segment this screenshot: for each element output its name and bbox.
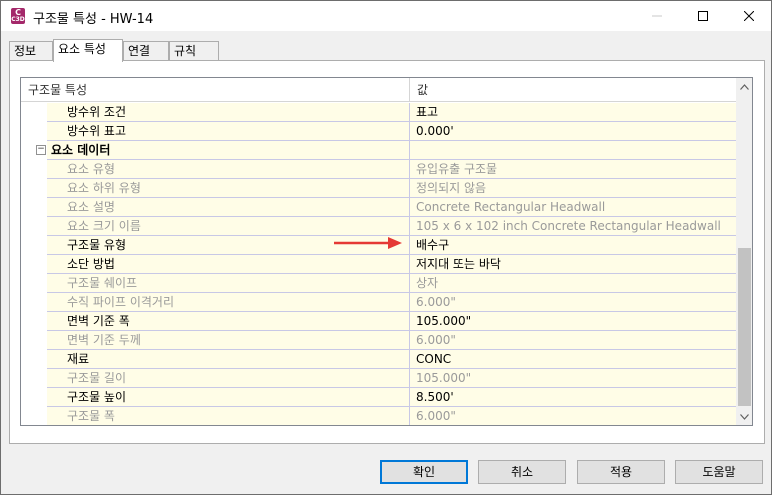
scroll-down-button[interactable] (736, 408, 752, 425)
property-name: 면벽 기준 두께 (47, 331, 410, 350)
row-gutter (21, 103, 47, 122)
property-grid: 구조물 특성 값 방수위 조건 표고 방수위 표고 0.000' − 요소 데이터 요소 유… (20, 77, 753, 426)
row-gutter (21, 312, 47, 331)
property-value[interactable]: CONC (410, 350, 736, 369)
property-name: 방수위 표고 (47, 122, 410, 141)
property-row[interactable]: 요소 유형 유입유출 구조물 (21, 160, 736, 179)
property-value[interactable]: 표고 (410, 103, 736, 122)
property-row[interactable]: 방수위 조건 표고 (21, 103, 736, 122)
property-name: 수직 파이프 이격거리 (47, 293, 410, 312)
row-gutter (21, 198, 47, 217)
property-name: 요소 유형 (47, 160, 410, 179)
property-value[interactable]: 배수구 (410, 236, 736, 255)
property-name: 재료 (47, 350, 410, 369)
property-value: 6.000" (410, 407, 736, 425)
scroll-up-button[interactable] (736, 78, 752, 95)
app-icon-sub: C3D (11, 16, 25, 23)
property-row[interactable]: 요소 하위 유형 정의되지 않음 (21, 179, 736, 198)
property-value[interactable]: 105.000" (410, 312, 736, 331)
tab-info[interactable]: 정보 (9, 41, 53, 61)
row-gutter (21, 331, 47, 350)
header-property[interactable]: 구조물 특성 (21, 78, 410, 102)
collapse-icon[interactable]: − (36, 145, 46, 155)
title-bar: C C3D 구조물 특성 - HW-14 (1, 1, 771, 31)
property-row[interactable]: 방수위 표고 0.000' (21, 122, 736, 141)
property-row[interactable]: 구조물 쉐이프 상자 (21, 274, 736, 293)
scroll-thumb[interactable] (738, 248, 751, 406)
row-gutter: − (21, 141, 47, 160)
minimize-button[interactable] (634, 1, 680, 31)
property-row[interactable]: 재료 CONC (21, 350, 736, 369)
row-gutter (21, 350, 47, 369)
row-gutter (21, 122, 47, 141)
row-gutter (21, 179, 47, 198)
property-value: 유입유출 구조물 (410, 160, 736, 179)
row-gutter (21, 217, 47, 236)
property-name: 구조물 폭 (47, 407, 410, 425)
property-row[interactable]: 면벽 기준 두께 6.000" (21, 331, 736, 350)
row-gutter (21, 293, 47, 312)
property-value: 6.000" (410, 293, 736, 312)
close-button[interactable] (726, 1, 772, 31)
property-value[interactable]: 8.500' (410, 388, 736, 407)
row-gutter (21, 274, 47, 293)
property-row[interactable]: 구조물 높이 8.500' (21, 388, 736, 407)
ok-button[interactable]: 확인 (380, 460, 468, 484)
property-name: 구조물 쉐이프 (47, 274, 410, 293)
tab-connections[interactable]: 연결 (123, 41, 169, 61)
civil3d-app-icon: C C3D (11, 8, 25, 24)
header-value[interactable]: 값 (410, 78, 736, 102)
property-row[interactable]: 구조물 폭 6.000" (21, 407, 736, 425)
vertical-scrollbar[interactable] (736, 78, 752, 425)
category-row[interactable]: − 요소 데이터 (21, 141, 736, 160)
help-button[interactable]: 도움말 (675, 460, 763, 484)
close-icon (744, 11, 754, 21)
property-name: 구조물 높이 (47, 388, 410, 407)
cancel-button[interactable]: 취소 (478, 460, 566, 484)
dialog-window: C C3D 구조물 특성 - HW-14 정보 요소 특성 연결 규칙 구조물 … (0, 0, 772, 495)
property-name: 소단 방법 (47, 255, 410, 274)
property-value: 105.000" (410, 369, 736, 388)
row-gutter (21, 236, 47, 255)
window-title: 구조물 특성 - HW-14 (33, 12, 154, 27)
property-row[interactable]: 소단 방법 저지대 또는 바닥 (21, 255, 736, 274)
property-name: 면벽 기준 폭 (47, 312, 410, 331)
row-gutter (21, 160, 47, 179)
maximize-button[interactable] (680, 1, 726, 31)
tab-rules[interactable]: 규칙 (169, 41, 219, 61)
grid-header: 구조물 특성 값 (21, 78, 736, 102)
chevron-up-icon (740, 83, 749, 90)
property-value[interactable]: 0.000' (410, 122, 736, 141)
property-name: 방수위 조건 (47, 103, 410, 122)
property-value: 상자 (410, 274, 736, 293)
red-arrow-annotation (334, 237, 402, 249)
property-value[interactable]: 저지대 또는 바닥 (410, 255, 736, 274)
property-row[interactable]: 면벽 기준 폭 105.000" (21, 312, 736, 331)
property-name: 요소 하위 유형 (47, 179, 410, 198)
category-value-cell (410, 141, 736, 160)
apply-button[interactable]: 적용 (577, 460, 665, 484)
row-gutter (21, 369, 47, 388)
tab-part-properties[interactable]: 요소 특성 (53, 39, 123, 62)
row-gutter (21, 388, 47, 407)
property-name: 구조물 길이 (47, 369, 410, 388)
property-row[interactable]: 요소 크기 이름 105 x 6 x 102 inch Concrete Rect… (21, 217, 736, 236)
property-value: 105 x 6 x 102 inch Concrete Rectangular … (410, 217, 736, 236)
category-label: 요소 데이터 (47, 141, 410, 160)
minimize-icon (652, 15, 662, 17)
property-row[interactable]: 수직 파이프 이격거리 6.000" (21, 293, 736, 312)
row-gutter (21, 407, 47, 425)
property-name: 요소 설명 (47, 198, 410, 217)
property-row[interactable]: 요소 설명 Concrete Rectangular Headwall (21, 198, 736, 217)
property-value: 정의되지 않음 (410, 179, 736, 198)
grid-rows: 방수위 조건 표고 방수위 표고 0.000' − 요소 데이터 요소 유형 유입유출 구조물… (21, 103, 736, 425)
property-value: 6.000" (410, 331, 736, 350)
row-gutter (21, 255, 47, 274)
tab-strip: 정보 요소 특성 연결 규칙 (1, 39, 772, 62)
chevron-down-icon (740, 413, 749, 420)
maximize-icon (698, 11, 708, 21)
property-name: 요소 크기 이름 (47, 217, 410, 236)
property-row[interactable]: 구조물 길이 105.000" (21, 369, 736, 388)
property-value: Concrete Rectangular Headwall (410, 198, 736, 217)
